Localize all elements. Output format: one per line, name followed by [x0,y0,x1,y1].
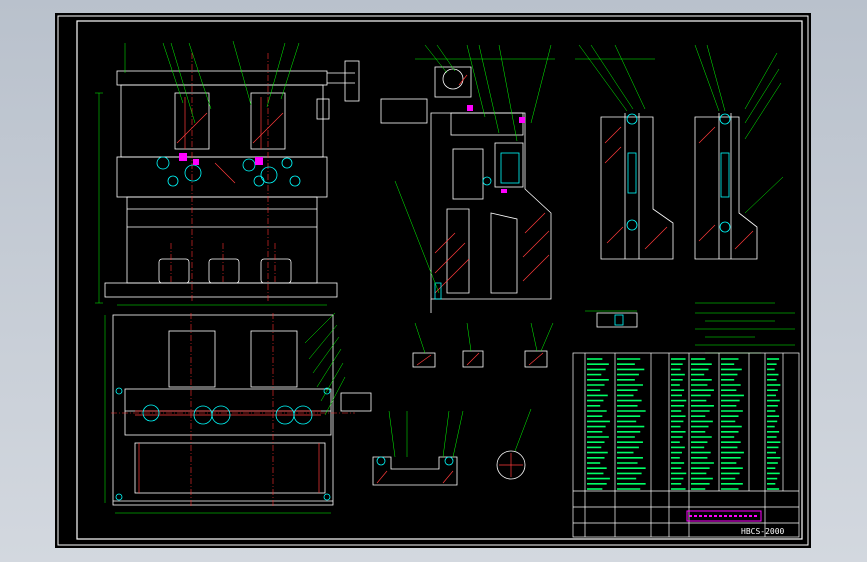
title-block-accent [686,510,762,522]
front-view [104,60,360,298]
small-details-hatch [376,352,544,484]
side-section-hatch [434,74,550,294]
parts-list-table [572,352,800,538]
detail-view-b-hatch [698,126,754,250]
drawing-canvas[interactable]: HBCS-2000 [55,13,811,548]
front-view-dimensions [95,40,327,306]
detail-view-a [600,113,674,260]
front-view-hatch [176,97,284,184]
parts-list-rows [587,358,781,490]
plan-view-hatch [135,410,321,493]
inner-frame [76,20,803,540]
sheet-border [57,15,809,546]
drawing-svg: HBCS-2000 [57,15,809,546]
small-details-parts [376,314,624,466]
side-section-dimensions [394,44,555,294]
drawing-number: HBCS-2000 [741,527,785,536]
small-details-dimensions [388,310,637,458]
front-view-parts [156,156,301,187]
side-section-view [380,66,552,313]
detail-view-a-parts [626,113,638,231]
technical-notes [695,302,795,354]
cad-viewport[interactable]: HBCS-2000 [0,0,867,562]
detail-view-a-dimensions [575,44,655,112]
plan-view-centerlines [111,313,355,507]
small-details [372,312,638,486]
side-section-parts [434,152,520,300]
detail-view-b-parts [719,113,731,233]
plan-view-parts [115,387,331,501]
plan-view [112,314,372,506]
